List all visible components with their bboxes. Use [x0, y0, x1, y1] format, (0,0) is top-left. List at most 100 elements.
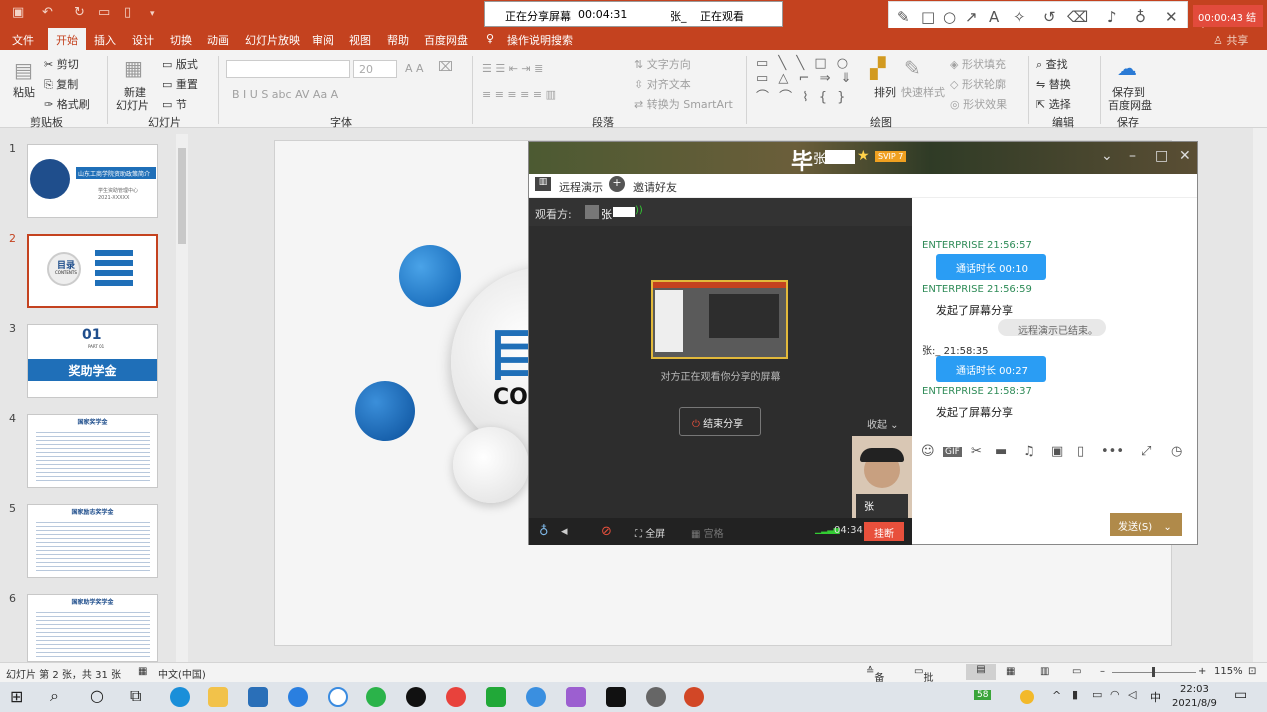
cortana-icon[interactable]: ○ — [90, 686, 104, 705]
paste-button[interactable]: 粘贴 — [13, 84, 35, 100]
clear-format-icon[interactable]: ⌧ — [438, 60, 453, 75]
redo-icon[interactable]: ↻ — [74, 5, 85, 20]
tab-transitions[interactable]: 切换 — [170, 32, 192, 48]
layout-button[interactable]: ▭ 版式 — [162, 56, 198, 72]
close-icon[interactable]: ✕ — [1179, 148, 1191, 164]
tray-chevron-icon[interactable]: ^ — [1052, 689, 1061, 702]
fullscreen-button[interactable]: ⛶ 全屏 — [635, 525, 665, 540]
chat-input[interactable] — [917, 468, 1191, 508]
capcut-icon[interactable] — [606, 687, 626, 707]
gif-icon[interactable]: GIF — [943, 447, 962, 457]
app-l-icon[interactable] — [288, 687, 308, 707]
align-text-button[interactable]: ⇳ 对齐文本 — [634, 76, 691, 92]
tell-me-search[interactable]: 操作说明搜索 — [507, 32, 573, 48]
smartart-button[interactable]: ⇄ 转换为 SmartArt — [634, 96, 733, 112]
paint-icon[interactable] — [566, 687, 586, 707]
text-icon[interactable]: A — [989, 8, 999, 26]
folder-icon[interactable]: ▬ — [995, 444, 1007, 459]
undo-icon[interactable]: ↶ — [42, 5, 53, 20]
baidu-cloud-icon[interactable]: ☁ — [1117, 56, 1137, 80]
mic-tray-icon[interactable]: ▮ — [1072, 688, 1078, 701]
text-direction-button[interactable]: ⇅ 文字方向 — [634, 56, 691, 72]
save-icon[interactable]: ▣ — [12, 5, 24, 20]
slideshow-icon[interactable]: ▭ — [98, 5, 110, 20]
shapes-gallery[interactable]: ▭ ╲ ╲ □ ○ ▭ △ ⌐ ⇒ ⇓ ⌒ ⌒ ⌇ { } — [756, 56, 855, 105]
speaker-icon[interactable]: ♪ — [1107, 8, 1117, 26]
qq-icon[interactable] — [406, 687, 426, 707]
tab-view[interactable]: 视图 — [349, 32, 371, 48]
expand-icon[interactable]: ⤢ — [1141, 444, 1151, 459]
notification-dot-icon[interactable] — [1020, 690, 1034, 704]
more-icon[interactable]: ••• — [1101, 444, 1124, 459]
reading-view-button[interactable]: ▥ — [1040, 666, 1049, 677]
clock-date[interactable]: 2021/8/9 — [1172, 698, 1217, 709]
copy-button[interactable]: ⎘ 复制 — [44, 76, 78, 92]
scissors-icon[interactable]: ✂ — [971, 444, 982, 459]
quick-style-button[interactable]: 快速样式 — [901, 84, 945, 100]
slide-thumb-2[interactable]: 目录 CONTENTS — [27, 234, 158, 308]
tab-baidu[interactable]: 百度网盘 — [424, 32, 468, 48]
mail-icon[interactable] — [248, 687, 268, 707]
arrange-button[interactable]: 排列 — [874, 84, 896, 100]
slide-thumb-4[interactable]: 国家奖学金 — [27, 414, 158, 488]
normal-view-button[interactable]: ▤ — [966, 664, 996, 680]
avatar-app-icon[interactable] — [646, 687, 666, 707]
maximize-icon[interactable]: □ — [1155, 148, 1168, 164]
arrow-icon[interactable]: ↗ — [965, 8, 978, 26]
thumbs-scrollbar[interactable] — [176, 134, 188, 662]
clock-time[interactable]: 22:03 — [1180, 684, 1209, 695]
camera-off-icon[interactable]: ⊘ — [601, 524, 612, 539]
windows-start-icon[interactable]: ⊞ — [10, 687, 23, 706]
baidu-netdisk-icon[interactable] — [328, 687, 348, 707]
shape-effect-button[interactable]: ◎ 形状效果 — [950, 96, 1007, 112]
phone-icon[interactable]: ▯ — [1077, 444, 1084, 459]
tab-help[interactable]: 帮助 — [387, 32, 409, 48]
chevron-down-icon[interactable]: ⌄ — [1101, 148, 1113, 164]
feishu-icon[interactable] — [526, 687, 546, 707]
network-icon[interactable]: ▭ — [1092, 688, 1102, 701]
image-icon[interactable]: ▣ — [1051, 444, 1063, 459]
wechat-icon[interactable] — [366, 687, 386, 707]
find-button[interactable]: ⌕ 查找 — [1036, 56, 1068, 72]
slide-thumb-3[interactable]: 01 PART 01 奖助学金 — [27, 324, 158, 398]
grid-button[interactable]: ▦ 宫格 — [691, 525, 724, 540]
pen-icon[interactable]: ✎ — [897, 8, 910, 26]
minimize-icon[interactable]: – — [1129, 148, 1136, 164]
end-sharing-button[interactable]: ⏻ 结束分享 — [679, 407, 761, 436]
spellcheck-icon[interactable]: ▦ — [138, 666, 147, 677]
customize-qa-icon[interactable]: ▾ — [150, 9, 155, 19]
remote-demo-button[interactable]: 远程演示 — [559, 179, 603, 195]
ime-indicator[interactable]: 中 — [1150, 689, 1161, 705]
tab-home[interactable]: 开始 — [48, 28, 86, 50]
wifi-icon[interactable]: ◠ — [1110, 688, 1120, 701]
rectangle-icon[interactable]: □ — [921, 8, 935, 26]
zoom-thumb[interactable] — [1152, 667, 1155, 677]
sorter-view-button[interactable]: ▦ — [1006, 666, 1015, 677]
select-button[interactable]: ⇱ 选择 — [1036, 96, 1071, 112]
tab-insert[interactable]: 插入 — [94, 32, 116, 48]
microphone-icon[interactable]: ♁ — [1135, 8, 1146, 26]
powerpoint-icon[interactable] — [684, 687, 704, 707]
canvas-scrollbar[interactable] — [1253, 128, 1267, 662]
slide-thumb-1[interactable]: 山东工商学院资助政策简介 学生资助管理中心 2021-XXXXX — [27, 144, 158, 218]
history-icon[interactable]: ◷ — [1171, 444, 1182, 459]
zoom-out-button[interactable]: – — [1100, 666, 1105, 677]
new-doc-icon[interactable]: ▯ — [124, 5, 131, 20]
bullets-icon[interactable]: ☰ ☰ ⇤ ⇥ ≣ — [482, 62, 543, 75]
new-slide-icon[interactable]: ▦ — [124, 56, 143, 80]
edge-icon[interactable] — [170, 687, 190, 707]
align-icons[interactable]: ≡ ≡ ≡ ≡ ≡ ▥ — [482, 88, 556, 101]
close-icon[interactable]: ✕ — [1165, 8, 1178, 26]
zoom-level[interactable]: 115% — [1214, 666, 1243, 677]
format-painter-button[interactable]: ✑ 格式刷 — [44, 96, 90, 112]
shape-outline-button[interactable]: ◇ 形状轮廓 — [950, 76, 1006, 92]
action-center-icon[interactable]: ▭ — [1234, 687, 1247, 703]
slideshow-view-button[interactable]: ▭ — [1072, 666, 1081, 677]
tab-animations[interactable]: 动画 — [207, 32, 229, 48]
collapse-button[interactable]: 收起 ⌄ — [867, 416, 899, 431]
quick-style-icon[interactable]: ✎ — [904, 56, 921, 80]
tab-slideshow[interactable]: 幻灯片放映 — [245, 32, 300, 48]
tab-review[interactable]: 审阅 — [312, 32, 334, 48]
reset-button[interactable]: ▭ 重置 — [162, 76, 198, 92]
microphone-icon[interactable]: ♁ — [539, 524, 549, 539]
